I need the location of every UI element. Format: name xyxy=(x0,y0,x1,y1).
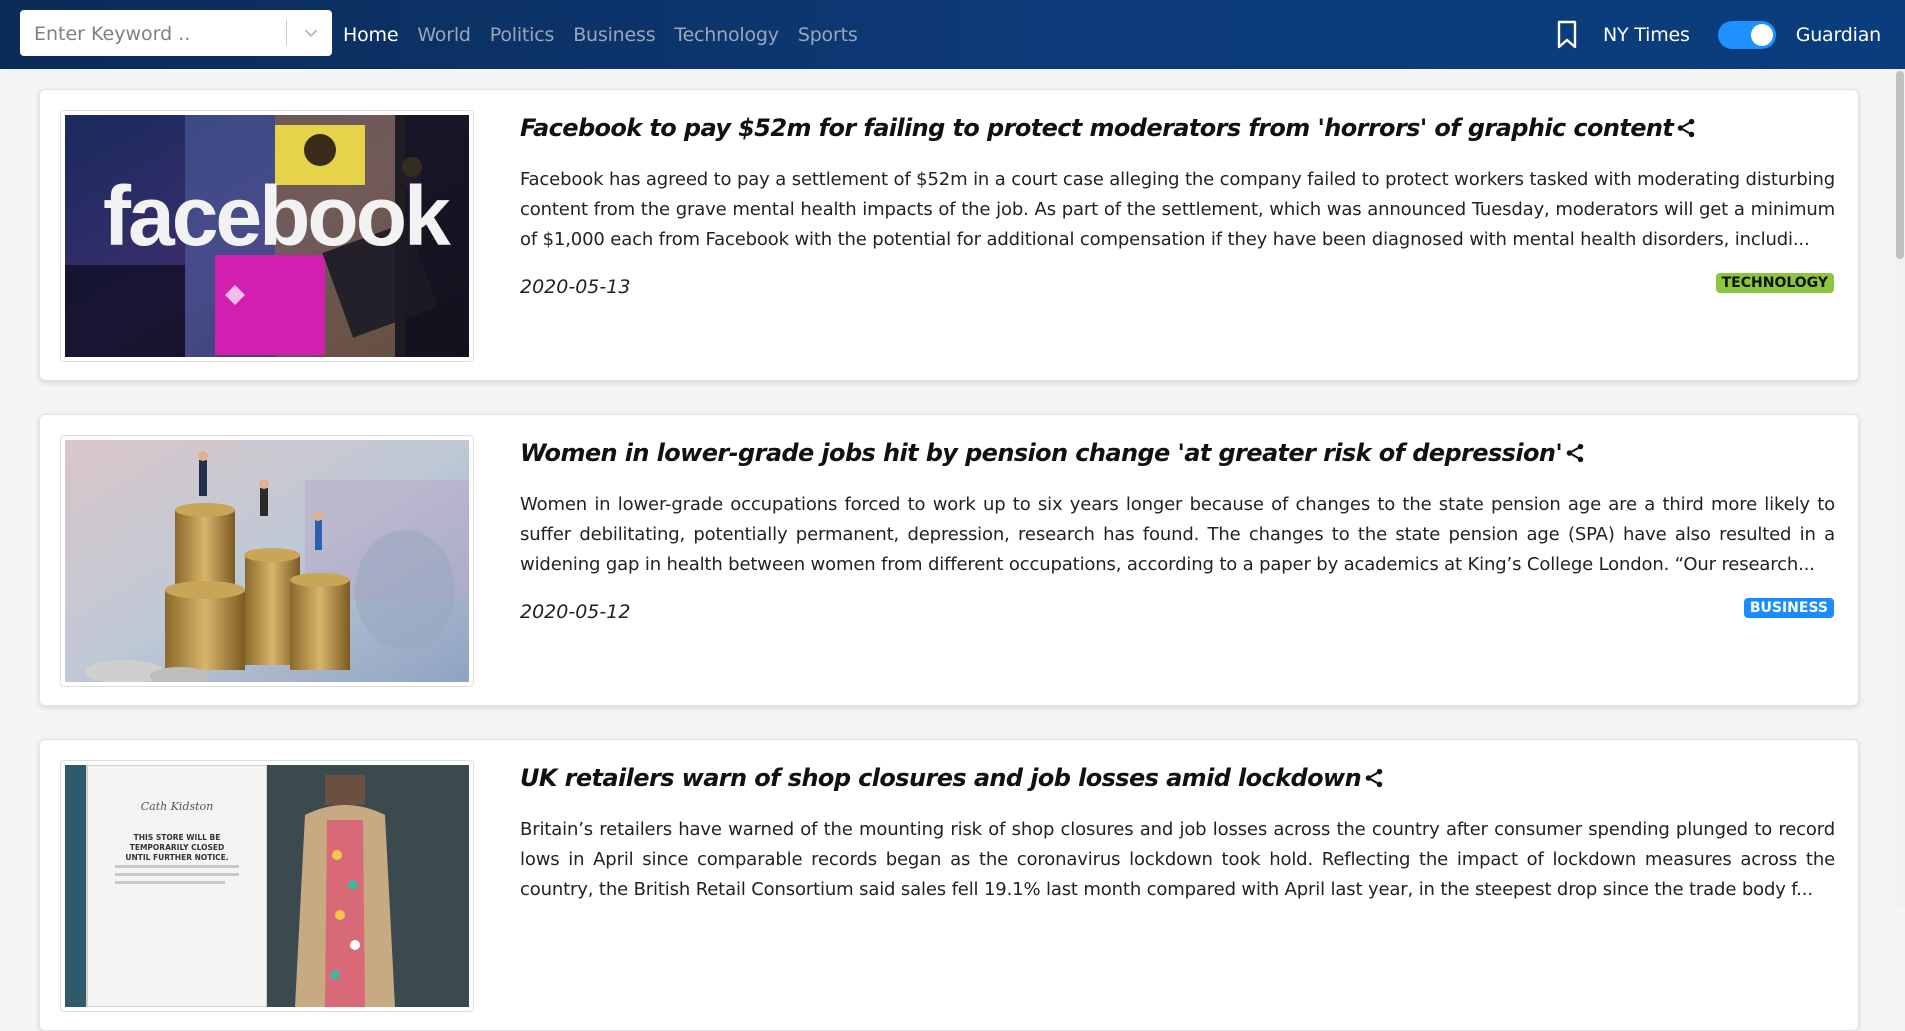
article-title[interactable]: Women in lower-grade jobs hit by pension… xyxy=(520,439,1820,467)
svg-text:facebook: facebook xyxy=(103,169,451,263)
keyword-search[interactable] xyxy=(20,10,332,58)
section-badge: TECHNOLOGY xyxy=(1715,273,1834,293)
article-card[interactable]: Cath Kidston THIS STORE WILL BE TEMPORARI… xyxy=(39,739,1859,1031)
article-title-text[interactable]: Facebook to pay $52m for failing to prot… xyxy=(520,114,1674,142)
chevron-down-icon[interactable] xyxy=(300,22,322,44)
nav-sports[interactable]: Sports xyxy=(798,24,858,46)
article-thumbnail: facebook xyxy=(60,110,474,362)
facebook-office-image: facebook xyxy=(65,115,469,357)
article-title-text[interactable]: Women in lower-grade jobs hit by pension… xyxy=(520,439,1563,467)
nav-politics[interactable]: Politics xyxy=(490,24,555,46)
nav-world[interactable]: World xyxy=(417,24,471,46)
page-scrollbar[interactable] xyxy=(1895,69,1905,907)
share-icon[interactable] xyxy=(1363,767,1385,789)
source-guardian-label: Guardian xyxy=(1795,23,1882,46)
article-date: 2020-05-12 xyxy=(520,601,631,623)
article-description: Women in lower-grade occupations forced … xyxy=(520,494,1835,575)
article-thumbnail xyxy=(60,435,474,687)
article-title[interactable]: UK retailers warn of shop closures and j… xyxy=(520,764,1820,792)
coins-pension-image xyxy=(65,440,469,682)
nav-technology[interactable]: Technology xyxy=(674,24,779,46)
source-nytimes-label: NY Times xyxy=(1603,23,1690,46)
top-navbar: Home World Politics Business Technology … xyxy=(0,0,1905,69)
article-card[interactable]: facebook Facebook to pay $52m for failin… xyxy=(39,89,1859,381)
article-date: 2020-05-13 xyxy=(520,276,631,298)
nav-home[interactable]: Home xyxy=(343,24,399,46)
scrollbar-thumb[interactable] xyxy=(1896,71,1904,259)
article-title-text[interactable]: UK retailers warn of shop closures and j… xyxy=(520,764,1362,792)
article-thumbnail: Cath Kidston THIS STORE WILL BE TEMPORARI… xyxy=(60,760,474,1012)
share-icon[interactable] xyxy=(1564,442,1586,464)
source-toggle[interactable] xyxy=(1717,20,1776,49)
section-badge: BUSINESS xyxy=(1743,598,1834,618)
search-separator xyxy=(286,20,287,46)
share-icon[interactable] xyxy=(1675,117,1697,139)
article-title[interactable]: Facebook to pay $52m for failing to prot… xyxy=(520,114,1820,142)
svg-text:Cath Kidston: Cath Kidston xyxy=(141,800,214,813)
section-nav: Home World Politics Business Technology … xyxy=(343,0,877,69)
svg-text:THIS STORE WILL BETEMPORARILY: THIS STORE WILL BE TEMPORARILY CLOSED UNTI… xyxy=(125,833,228,862)
bookmark-icon[interactable] xyxy=(1555,20,1579,50)
toggle-knob xyxy=(1750,23,1773,46)
article-card[interactable]: Women in lower-grade jobs hit by pension… xyxy=(39,414,1859,706)
article-description: Facebook has agreed to pay a settlement … xyxy=(520,169,1835,250)
source-switcher: NY Times Guardian xyxy=(1555,0,1881,69)
article-description: Britain’s retailers have warned of the m… xyxy=(520,819,1835,900)
closed-shop-image: Cath Kidston THIS STORE WILL BE TEMPORARI… xyxy=(65,765,469,1007)
nav-business[interactable]: Business xyxy=(573,24,655,46)
search-input[interactable] xyxy=(32,10,296,58)
